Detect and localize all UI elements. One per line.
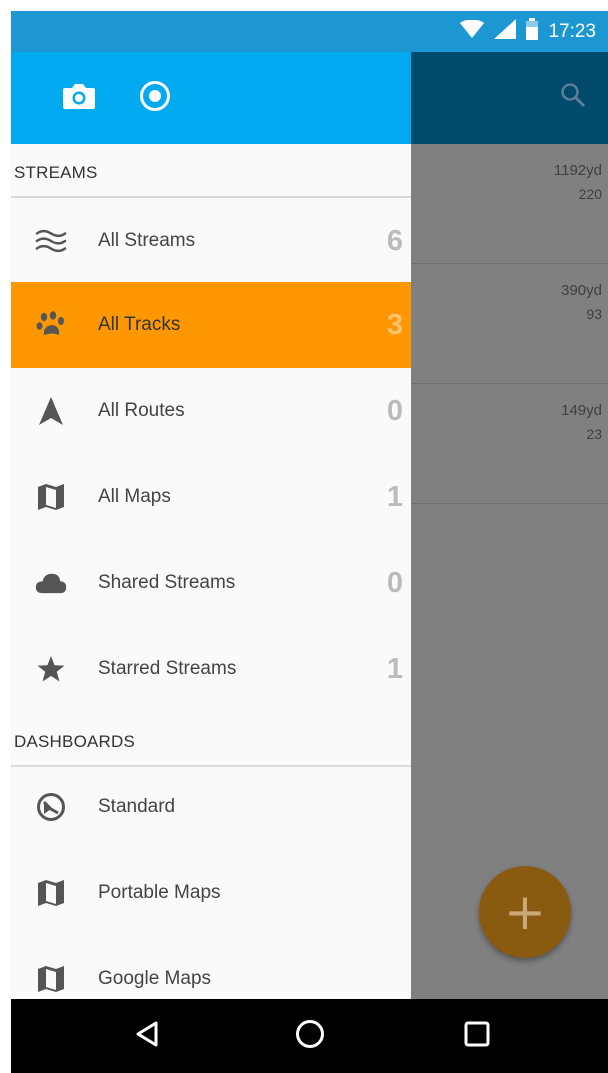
drawer-item-all-tracks[interactable]: All Tracks 3 [11,282,411,368]
map-icon [35,878,67,908]
list-item-distance: 390yd [561,282,602,299]
drawer-item-all-maps[interactable]: All Maps 1 [11,454,411,540]
drawer-item-label: Starred Streams [98,658,237,679]
search-icon [560,82,586,113]
home-circle-icon [295,1019,325,1054]
screen: 17:23 1192yd 220 390yd 93 149yd 23 + STR… [0,0,608,1073]
record-icon [139,80,171,117]
search-button[interactable] [558,82,588,112]
signal-icon [494,19,517,44]
navigation-arrow-icon [35,396,67,426]
section-title-dashboards: DASHBOARDS [11,718,411,767]
gauge-icon [35,792,67,822]
recents-square-icon [464,1021,490,1052]
list-item-count: 93 [586,306,602,322]
drawer-item-portable-maps[interactable]: Portable Maps [11,850,411,936]
recents-button[interactable] [454,1013,500,1059]
system-nav-bar [11,999,608,1073]
drawer-item-starred-streams[interactable]: Starred Streams 1 [11,626,411,712]
stream-list-panel: 1192yd 220 390yd 93 149yd 23 [411,52,608,999]
drawer-item-label: Google Maps [98,968,212,989]
waves-icon [35,226,67,256]
drawer-item-label: Portable Maps [98,882,221,903]
drawer-item-count: 0 [386,394,403,427]
drawer-header [11,52,411,144]
navigation-drawer: STREAMS All Streams 6 All Tracks 3 All R… [11,52,411,999]
toolbar [411,52,608,144]
status-bar: 17:23 [11,11,608,52]
drawer-item-google-maps[interactable]: Google Maps [11,936,411,999]
drawer-item-label: Shared Streams [98,572,236,593]
drawer-item-label: Standard [98,796,176,817]
camera-icon [62,82,96,115]
back-triangle-icon [135,1021,159,1052]
home-button[interactable] [287,1013,333,1059]
camera-button[interactable] [59,78,99,118]
drawer-item-standard[interactable]: Standard [11,764,411,850]
drawer-item-label: All Routes [98,400,185,421]
list-item[interactable]: 1192yd 220 [411,144,608,264]
wifi-icon [460,19,485,43]
list-item[interactable]: 149yd 23 [411,384,608,504]
drawer-item-label: All Streams [98,230,196,251]
status-time: 17:23 [548,20,596,42]
map-icon [35,964,67,994]
battery-icon [526,18,539,45]
list-item-distance: 1192yd [553,162,602,179]
list-item-distance: 149yd [561,402,602,419]
cloud-icon [35,568,67,598]
drawer-item-label: All Tracks [98,314,181,335]
list-item-count: 23 [586,426,602,442]
section-title-streams: STREAMS [11,149,411,198]
add-fab-button[interactable]: + [479,866,571,958]
status-icons: 17:23 [460,11,596,52]
drawer-item-all-routes[interactable]: All Routes 0 [11,368,411,454]
drawer-item-count: 1 [386,480,403,513]
list-item-count: 220 [578,186,602,202]
plus-icon: + [504,883,546,941]
drawer-item-label: All Maps [98,486,171,507]
record-button[interactable] [135,78,175,118]
drawer-item-all-streams[interactable]: All Streams 6 [11,198,411,284]
drawer-item-count: 6 [386,224,403,257]
drawer-item-count: 3 [386,308,403,341]
star-icon [35,654,67,684]
drawer-item-shared-streams[interactable]: Shared Streams 0 [11,540,411,626]
drawer-item-count: 0 [386,566,403,599]
back-button[interactable] [124,1013,170,1059]
map-icon [35,482,67,512]
list-item[interactable]: 390yd 93 [411,264,608,384]
paw-icon [35,310,67,340]
drawer-item-count: 1 [386,652,403,685]
